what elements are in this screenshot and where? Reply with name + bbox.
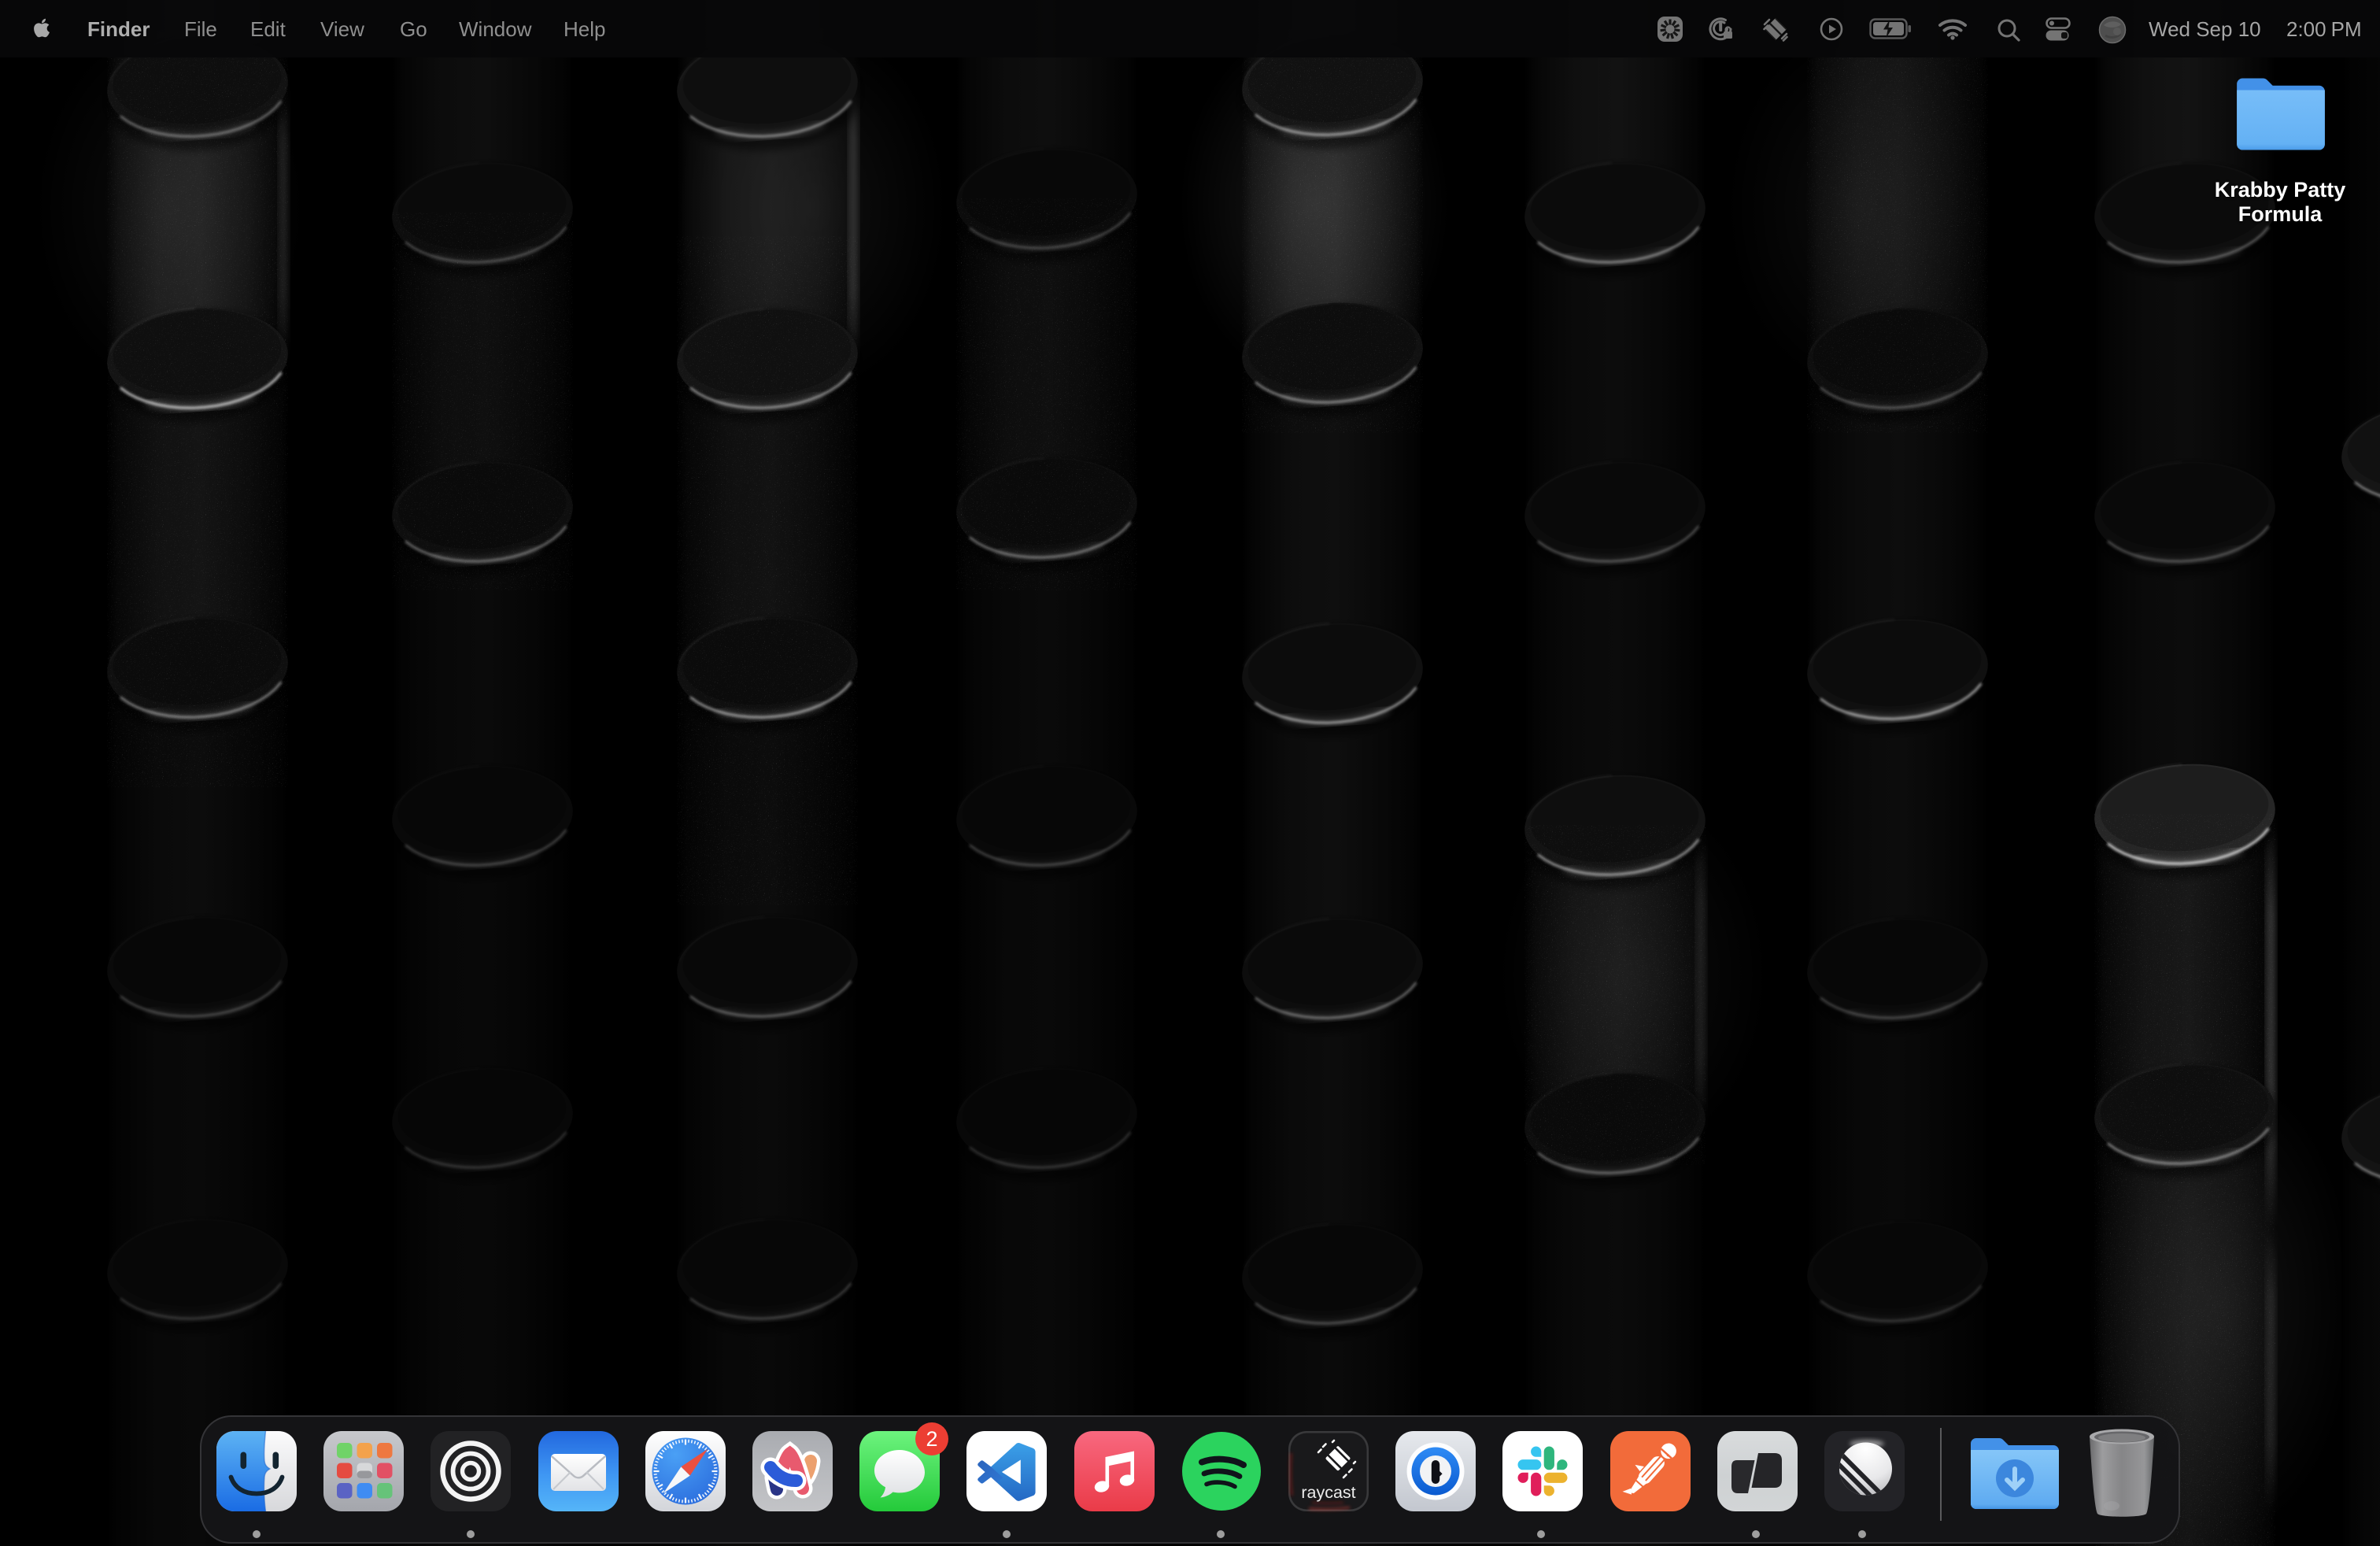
svg-text:raycast: raycast (1301, 1483, 1355, 1502)
